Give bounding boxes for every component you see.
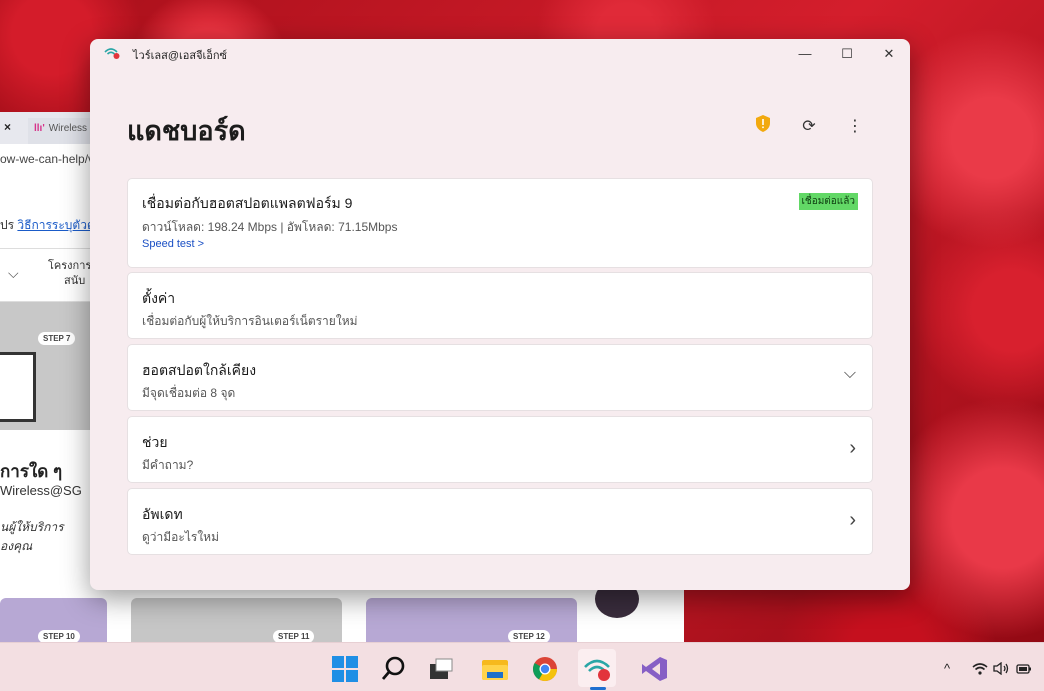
italic-line-2: องคุณ [0,539,33,553]
chrome-icon[interactable] [531,655,559,683]
browser-link-line: ปร วิธีการระบุตัวตน [0,216,103,235]
page-title: แดชบอร์ด [127,116,246,146]
shield-icon[interactable] [755,115,771,132]
nav-program-line2: สนับ [64,275,86,287]
browser-subtitle: Wireless@SG [0,483,82,498]
step-10-label: STEP 10 [38,630,80,642]
browser-heading: การใด ๆ [0,462,63,481]
settings-sub: เชื่อมต่อกับผู้ให้บริการอินเตอร์เน็ตรายใ… [142,314,358,328]
status-badge: เชื่อมต่อแล้ว [798,193,858,210]
minimize-button[interactable]: — [790,43,820,65]
nearby-hotspots-title: ฮอตสปอตใกล้เคียง [142,362,257,378]
update-sub: ดูว่ามีอะไรใหม่ [142,530,219,544]
step-7-image: STEP 7 [0,302,90,430]
nearby-hotspots-card[interactable]: ฮอตสปอตใกล้เคียง มีจุดเชื่อมต่อ 8 จุด ⌵ [127,344,873,411]
connection-speeds: ดาวน์โหลด: 198.24 Mbps | อัพโหลด: 71.15M… [142,220,398,234]
step-12-card: STEP 12 [366,598,577,642]
chevron-right-icon[interactable]: › [849,437,856,460]
imda-logo-icon: llı' [34,123,45,134]
settings-title: ตั้งค่า [142,290,176,306]
update-title: อัพเดท [142,506,183,522]
step-10-card: STEP 10 [0,598,107,642]
chevron-up-icon[interactable]: ^ [944,661,950,676]
help-card[interactable]: ช่วย มีคำถาม? › [127,416,873,483]
chevron-down-icon[interactable]: ⌵ [844,365,856,383]
taskbar: ^ [0,642,1044,691]
search-icon[interactable] [380,655,408,683]
maximize-button[interactable]: ☐ [832,43,862,65]
update-card[interactable]: อัพเดท ดูว่ามีอะไรใหม่ › [127,488,873,555]
help-title: ช่วย [142,434,168,450]
nearby-hotspots-sub: มีจุดเชื่อมต่อ 8 จุด [142,386,236,400]
active-app-indicator [590,687,606,690]
visual-studio-icon[interactable] [640,655,668,683]
close-button[interactable]: ✕ [874,43,904,65]
browser-italic-text: นผู้ให้บริการ องคุณ [0,518,64,556]
wifi-icon[interactable] [972,662,988,675]
title-bar[interactable]: ไวร์เลส@เอสจีเอ็กซ์ — ☐ ✕ [90,39,910,67]
refresh-icon[interactable]: ⟳ [797,115,821,139]
volume-icon[interactable] [993,662,1010,675]
italic-line-1: นผู้ให้บริการ [0,520,64,534]
more-vertical-icon[interactable]: ⋮ [843,115,867,139]
browser-tab-label: Wireless [48,123,88,134]
step-12-label: STEP 12 [508,630,550,642]
laptop-illustration [0,352,36,422]
task-view-icon[interactable] [427,655,455,683]
chevron-down-icon[interactable]: ⌵ [8,265,19,282]
battery-icon[interactable] [1016,664,1032,674]
nav-program-line1: โครงการ [48,260,92,272]
connection-status-card: เชื่อมต่อกับฮอตสปอตแพลตฟอร์ม 9 ดาวน์โหลด… [127,178,873,268]
window-title: ไวร์เลส@เอสจีเอ็กซ์ [133,50,228,62]
connection-title: เชื่อมต่อกับฮอตสปอตแพลตฟอร์ม 9 [142,195,353,211]
wireless-sgx-icon[interactable] [583,655,611,683]
wifi-app-icon [104,48,120,59]
step-11-label: STEP 11 [273,630,315,642]
settings-card[interactable]: ตั้งค่า เชื่อมต่อกับผู้ให้บริการอินเตอร์… [127,272,873,339]
file-explorer-icon[interactable] [481,655,509,683]
windows-start-icon[interactable] [331,655,359,683]
help-sub: มีคำถาม? [142,458,194,472]
step-7-label: STEP 7 [38,332,76,345]
step-11-card: STEP 11 [131,598,342,642]
nav-program-item[interactable]: โครงการ สนับ [48,259,91,289]
wireless-sgx-window: ไวร์เลส@เอสจีเอ็กซ์ — ☐ ✕ แดชบอร์ด ⟳ ⋮ เ… [90,39,910,590]
link-prefix: ปร [0,218,18,232]
chevron-right-icon[interactable]: › [849,509,856,532]
speed-test-link[interactable]: Speed test > [142,238,204,250]
browser-url[interactable]: ow-we-can-help/v [0,152,94,166]
tab-close-icon[interactable]: × [4,120,11,134]
